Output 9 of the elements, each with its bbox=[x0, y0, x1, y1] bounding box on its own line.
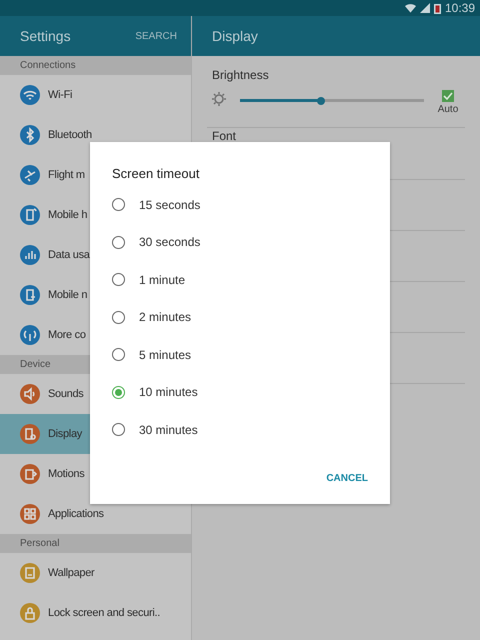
auto-label: Auto bbox=[438, 104, 458, 115]
display-title: Display bbox=[212, 28, 258, 44]
settings-title: Settings bbox=[20, 28, 71, 44]
font-label: Font bbox=[211, 128, 238, 143]
section-header: Connections bbox=[0, 56, 191, 75]
dialog-title: Screen timeout bbox=[111, 165, 200, 183]
section-header: Personal bbox=[0, 534, 191, 553]
status-time: 10:39 bbox=[444, 1, 475, 15]
brightness-label: Brightness bbox=[212, 68, 269, 82]
